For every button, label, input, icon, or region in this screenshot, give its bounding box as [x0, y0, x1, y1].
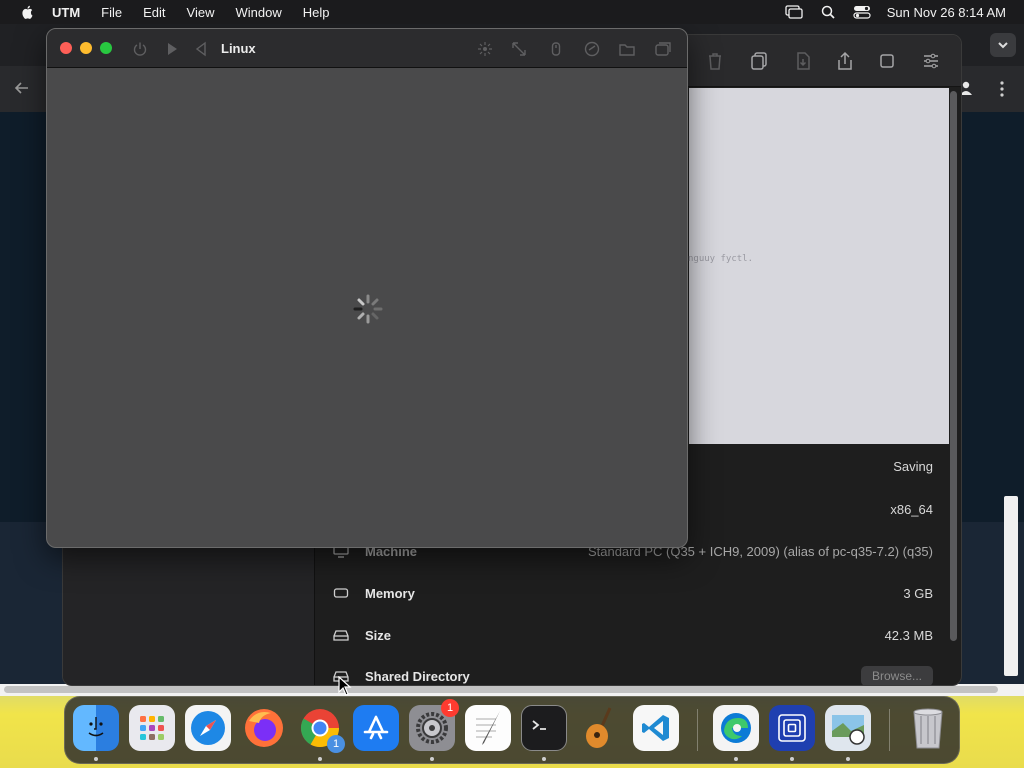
- spotlight-search-icon[interactable]: [819, 5, 837, 19]
- vm-window-title: Linux: [221, 41, 256, 56]
- textedit-icon: [476, 711, 500, 745]
- memory-chip-icon: [333, 588, 349, 598]
- size-label: Size: [365, 627, 392, 643]
- restart-icon[interactable]: [193, 41, 209, 57]
- app-store-icon: [363, 715, 389, 740]
- architecture-value: x86_64: [890, 501, 933, 517]
- dock-launchpad[interactable]: [129, 705, 175, 751]
- status-value: Saving: [893, 458, 933, 474]
- running-indicator: [790, 757, 794, 761]
- zoom-window-button[interactable]: [100, 42, 112, 54]
- dock-safari[interactable]: [185, 705, 231, 751]
- dock-textedit[interactable]: [465, 705, 511, 751]
- vscode-icon: [642, 715, 669, 741]
- resize-icon[interactable]: [511, 41, 527, 57]
- dock-preview[interactable]: [825, 705, 871, 751]
- close-window-button[interactable]: [60, 42, 72, 54]
- menu-bar-clock[interactable]: Sun Nov 26 8:14 AM: [887, 5, 1006, 20]
- dock-google-chrome[interactable]: 1: [297, 705, 345, 753]
- chevron-down-icon: [998, 42, 1008, 49]
- drive-icon: [333, 630, 349, 641]
- dock-terminal[interactable]: [521, 705, 567, 751]
- menu-app-utm[interactable]: UTM: [52, 5, 80, 20]
- memory-value: 3 GB: [903, 585, 933, 601]
- move-icon[interactable]: [793, 51, 813, 71]
- vm-titlebar[interactable]: Linux: [47, 29, 687, 68]
- running-indicator: [846, 757, 850, 761]
- utm-icon: [778, 714, 806, 742]
- dock-app-store[interactable]: [353, 705, 399, 751]
- menu-help[interactable]: Help: [303, 5, 330, 20]
- running-indicator: [94, 757, 98, 761]
- safari-compass-icon: [191, 711, 225, 745]
- memory-label: Memory: [365, 585, 415, 601]
- capture-input-icon[interactable]: [477, 41, 493, 57]
- dock-finder[interactable]: [73, 705, 119, 751]
- running-indicator: [430, 757, 434, 761]
- shared-folder-icon[interactable]: [619, 41, 635, 57]
- power-icon[interactable]: [132, 41, 148, 57]
- dock-utm[interactable]: [769, 705, 815, 751]
- more-menu-icon[interactable]: [996, 80, 1008, 98]
- dock-visual-studio-code[interactable]: [633, 705, 679, 751]
- menu-window[interactable]: Window: [235, 5, 281, 20]
- dock-trash[interactable]: [905, 705, 951, 751]
- chrome-badge: 1: [327, 735, 345, 753]
- loading-spinner-icon: [353, 294, 383, 324]
- dock-garageband[interactable]: [577, 705, 623, 751]
- shared-directory-row: Shared Directory Browse...: [333, 664, 933, 685]
- trash-can-icon: [913, 708, 943, 749]
- guitar-icon: [586, 707, 612, 748]
- horizontal-scrollbar-thumb[interactable]: [4, 686, 998, 693]
- control-center-icon[interactable]: [853, 5, 871, 19]
- dock: 1 1: [64, 696, 960, 764]
- menu-bar: UTM File Edit View Window Help Sun Nov 2…: [0, 0, 1024, 24]
- back-arrow-icon[interactable]: [14, 80, 30, 96]
- tab-list-dropdown-button[interactable]: [990, 33, 1016, 57]
- menu-file[interactable]: File: [101, 5, 122, 20]
- dock-system-settings[interactable]: 1: [409, 699, 459, 751]
- dock-firefox[interactable]: [241, 705, 287, 751]
- running-indicator: [734, 757, 738, 761]
- dock-microsoft-edge[interactable]: [713, 705, 759, 751]
- play-icon[interactable]: [164, 41, 180, 57]
- running-indicator: [318, 757, 322, 761]
- finder-icon: [88, 717, 104, 737]
- dock-separator: [697, 709, 698, 751]
- launchpad-icon: [140, 716, 164, 740]
- edge-icon: [721, 713, 751, 743]
- browse-button[interactable]: Browse...: [861, 666, 933, 685]
- browser-vertical-scrollbar[interactable]: [1004, 496, 1018, 676]
- menu-view[interactable]: View: [187, 5, 215, 20]
- apple-logo-icon[interactable]: [20, 5, 34, 19]
- mouse-cursor-icon: [338, 676, 352, 696]
- usb-icon[interactable]: [548, 41, 564, 57]
- windows-icon[interactable]: [655, 41, 671, 57]
- shared-directory-label: Shared Directory: [365, 668, 470, 684]
- memory-row: Memory 3 GB: [333, 581, 933, 605]
- trash-icon[interactable]: [705, 51, 725, 71]
- preview-console-text: nguuy fyctl.: [688, 254, 754, 264]
- stop-icon[interactable]: [877, 51, 897, 71]
- clone-icon[interactable]: [749, 51, 769, 71]
- dock-separator-trash: [889, 709, 890, 751]
- size-row: Size 42.3 MB: [333, 623, 933, 647]
- minimize-window-button[interactable]: [80, 42, 92, 54]
- running-indicator: [542, 757, 546, 761]
- screen-mirroring-icon[interactable]: [785, 5, 803, 19]
- menu-bar-status-area: Sun Nov 26 8:14 AM: [769, 0, 1006, 24]
- linux-vm-window: Linux: [46, 28, 688, 548]
- details-scrollbar[interactable]: [950, 91, 957, 641]
- settings-badge: 1: [441, 699, 459, 717]
- preview-icon: [832, 715, 865, 745]
- share-icon[interactable]: [835, 51, 855, 71]
- terminal-icon: [532, 720, 546, 730]
- size-value: 42.3 MB: [884, 627, 933, 643]
- menu-edit[interactable]: Edit: [143, 5, 165, 20]
- firefox-icon: [245, 709, 283, 747]
- drive-eject-icon[interactable]: [584, 41, 600, 57]
- settings-sliders-icon[interactable]: [921, 51, 941, 71]
- vm-screen-preview[interactable]: [689, 88, 949, 444]
